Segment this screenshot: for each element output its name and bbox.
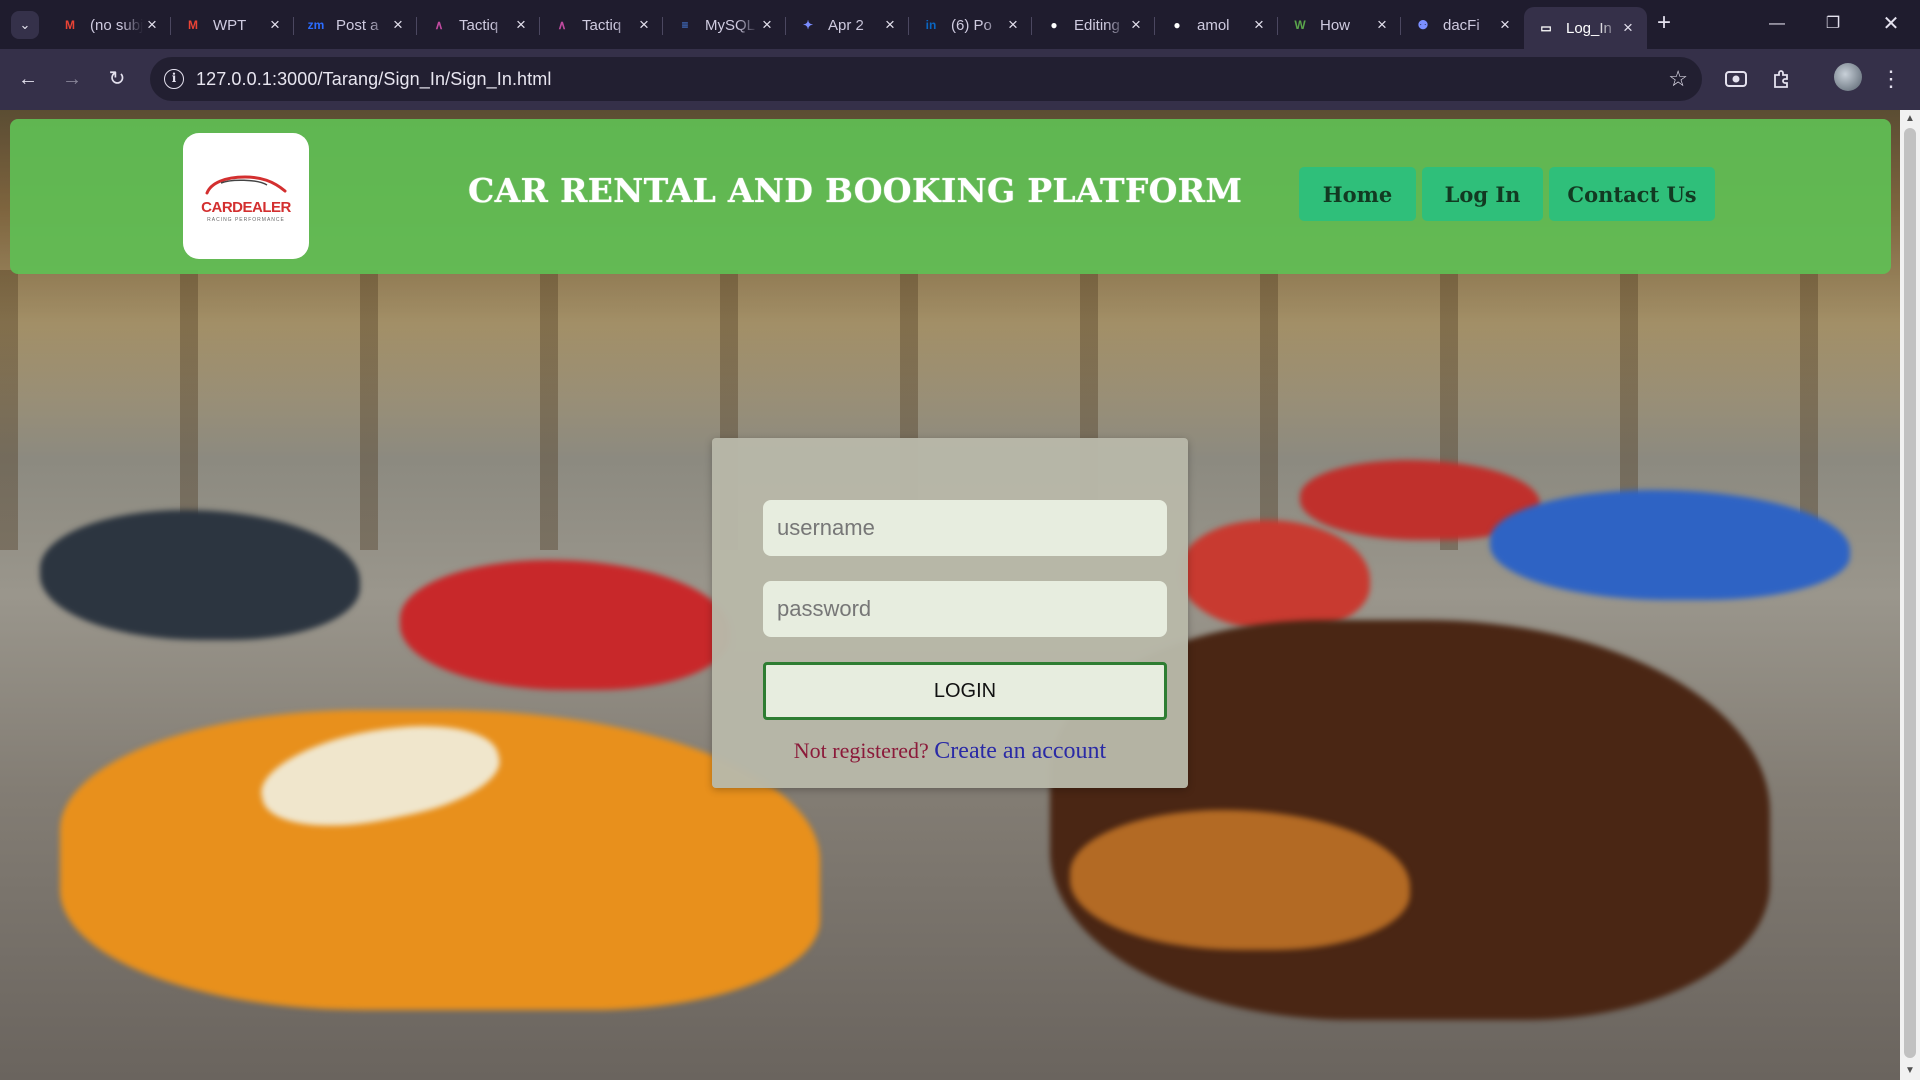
browser-tab[interactable]: ∧ Tactiq × [540, 7, 663, 43]
reload-icon[interactable]: ↻ [101, 63, 133, 95]
page-scrollbar[interactable]: ▲ ▼ [1900, 110, 1920, 1080]
nav-home-button[interactable]: Home [1299, 167, 1416, 221]
new-tab-icon[interactable]: + [1650, 10, 1678, 38]
tab-search-icon[interactable]: ⌄ [11, 11, 39, 39]
password-input[interactable] [763, 581, 1167, 637]
tab-close-icon[interactable]: × [1496, 16, 1514, 34]
scroll-up-icon[interactable]: ▲ [1904, 113, 1916, 125]
back-icon[interactable]: ← [12, 63, 44, 95]
tab-title: MySQL [705, 16, 756, 34]
browser-tab[interactable]: ✦ Apr 2 × [786, 7, 909, 43]
tab-close-icon[interactable]: × [389, 16, 407, 34]
tab-close-icon[interactable]: × [1619, 19, 1637, 37]
address-bar[interactable]: i 127.0.0.1:3000/Tarang/Sign_In/Sign_In.… [150, 57, 1702, 101]
gmail-icon: M [188, 18, 198, 32]
browser-toolbar: ← → ↻ i 127.0.0.1:3000/Tarang/Sign_In/Si… [0, 49, 1920, 110]
browser-tab[interactable]: M (no subject)× [48, 7, 171, 43]
zoominfo-icon: zm [307, 18, 325, 32]
github-icon: ● [1173, 18, 1181, 32]
site-nav: Home Log In Contact Us [1299, 167, 1715, 221]
browser-tab[interactable]: ⚉ dacFi × [1401, 7, 1524, 43]
scroll-down-icon[interactable]: ▼ [1904, 1065, 1916, 1077]
tab-strip: ⌄ M(no subject)×MWPT×zmPost a×∧Tactiq×∧T… [0, 0, 1920, 49]
tab-title: (6) Po [951, 16, 992, 34]
register-question: Not registered? [793, 738, 929, 763]
tab-close-icon[interactable]: × [266, 16, 284, 34]
tab-title: How [1320, 16, 1351, 34]
browser-tab[interactable]: W How × [1278, 7, 1401, 43]
site-header: CARDEALER RACING PERFORMANCE CAR RENTAL … [10, 119, 1891, 274]
browser-tab[interactable]: ● amol × [1155, 7, 1278, 43]
restore-icon[interactable]: ❐ [1808, 9, 1858, 39]
browser-tab[interactable]: in (6) Po × [909, 7, 1032, 43]
github-icon: ● [1050, 18, 1058, 32]
tab-close-icon[interactable]: × [512, 16, 530, 34]
wikihow-icon: W [1294, 18, 1306, 32]
tab-close-icon[interactable]: × [758, 16, 776, 34]
page-icon: ▭ [1540, 21, 1552, 35]
extensions-icon[interactable] [1767, 65, 1795, 93]
nav-login-button[interactable]: Log In [1422, 167, 1543, 221]
gmail-icon: M [65, 18, 75, 32]
login-button[interactable]: LOGIN [763, 662, 1167, 720]
username-input[interactable] [763, 500, 1167, 556]
people-icon: ⚉ [1417, 18, 1429, 32]
nav-contact-button[interactable]: Contact Us [1549, 167, 1715, 221]
tab-title: Tactiq [582, 16, 622, 34]
tab-title: dacFi [1443, 16, 1480, 34]
tab-title: Editing [1074, 16, 1120, 34]
tactiq-icon: ∧ [557, 18, 567, 32]
tab-close-icon[interactable]: × [1004, 16, 1022, 34]
bookmark-star-icon[interactable]: ☆ [1668, 66, 1688, 92]
car-logo-icon [205, 175, 287, 195]
sparkle-icon: ✦ [802, 18, 814, 32]
logo-wordmark: CARDEALER [201, 199, 291, 216]
tab-title: Post a [336, 16, 379, 34]
tab-close-icon[interactable]: × [881, 16, 899, 34]
browser-tab[interactable]: zm Post a × [294, 7, 417, 43]
logo-tagline: RACING PERFORMANCE [207, 217, 285, 223]
register-prompt: Not registered? Create an account [712, 738, 1188, 765]
tab-title: Log_In [1566, 19, 1612, 37]
browser-tab[interactable]: ≡ MySQL × [663, 7, 786, 43]
page-viewport: CARDEALER RACING PERFORMANCE CAR RENTAL … [0, 110, 1900, 1080]
profile-avatar[interactable] [1834, 63, 1862, 91]
docs-icon: ≡ [681, 18, 689, 32]
site-title: CAR RENTAL AND BOOKING PLATFORM [468, 171, 1243, 210]
minimize-icon[interactable]: — [1752, 9, 1802, 39]
tab-title: (no subject) [90, 16, 143, 34]
tab-title: Tactiq [459, 16, 499, 34]
tab-close-icon[interactable]: × [635, 16, 653, 34]
tab-title: Apr 2 [828, 16, 864, 34]
site-logo[interactable]: CARDEALER RACING PERFORMANCE [183, 133, 309, 259]
tactiq-icon: ∧ [434, 18, 444, 32]
browser-tab[interactable]: ∧ Tactiq × [417, 7, 540, 43]
browser-tab[interactable]: ● Editing × [1032, 7, 1155, 43]
tab-list: M(no subject)×MWPT×zmPost a×∧Tactiq×∧Tac… [48, 7, 1647, 49]
tab-close-icon[interactable]: × [1373, 16, 1391, 34]
tab-close-icon[interactable]: × [143, 16, 161, 34]
close-window-icon[interactable]: ✕ [1866, 9, 1916, 39]
create-account-link[interactable]: Create an account [934, 738, 1106, 764]
tab-title: amol [1197, 16, 1230, 34]
tab-title: WPT [213, 16, 247, 34]
screen-capture-icon[interactable] [1722, 65, 1750, 93]
forward-icon[interactable]: → [56, 63, 88, 95]
menu-kebab-icon[interactable]: ⋮ [1875, 63, 1907, 95]
tab-close-icon[interactable]: × [1250, 16, 1268, 34]
linkedin-icon: in [925, 18, 937, 32]
scrollbar-thumb[interactable] [1904, 128, 1916, 1058]
site-info-icon[interactable]: i [164, 69, 184, 89]
login-form: LOGIN Not registered? Create an account [712, 438, 1188, 788]
browser-tab[interactable]: ▭ Log_In × [1524, 7, 1647, 49]
url-text[interactable]: 127.0.0.1:3000/Tarang/Sign_In/Sign_In.ht… [196, 69, 551, 90]
tab-close-icon[interactable]: × [1127, 16, 1145, 34]
browser-tab[interactable]: M WPT × [171, 7, 294, 43]
